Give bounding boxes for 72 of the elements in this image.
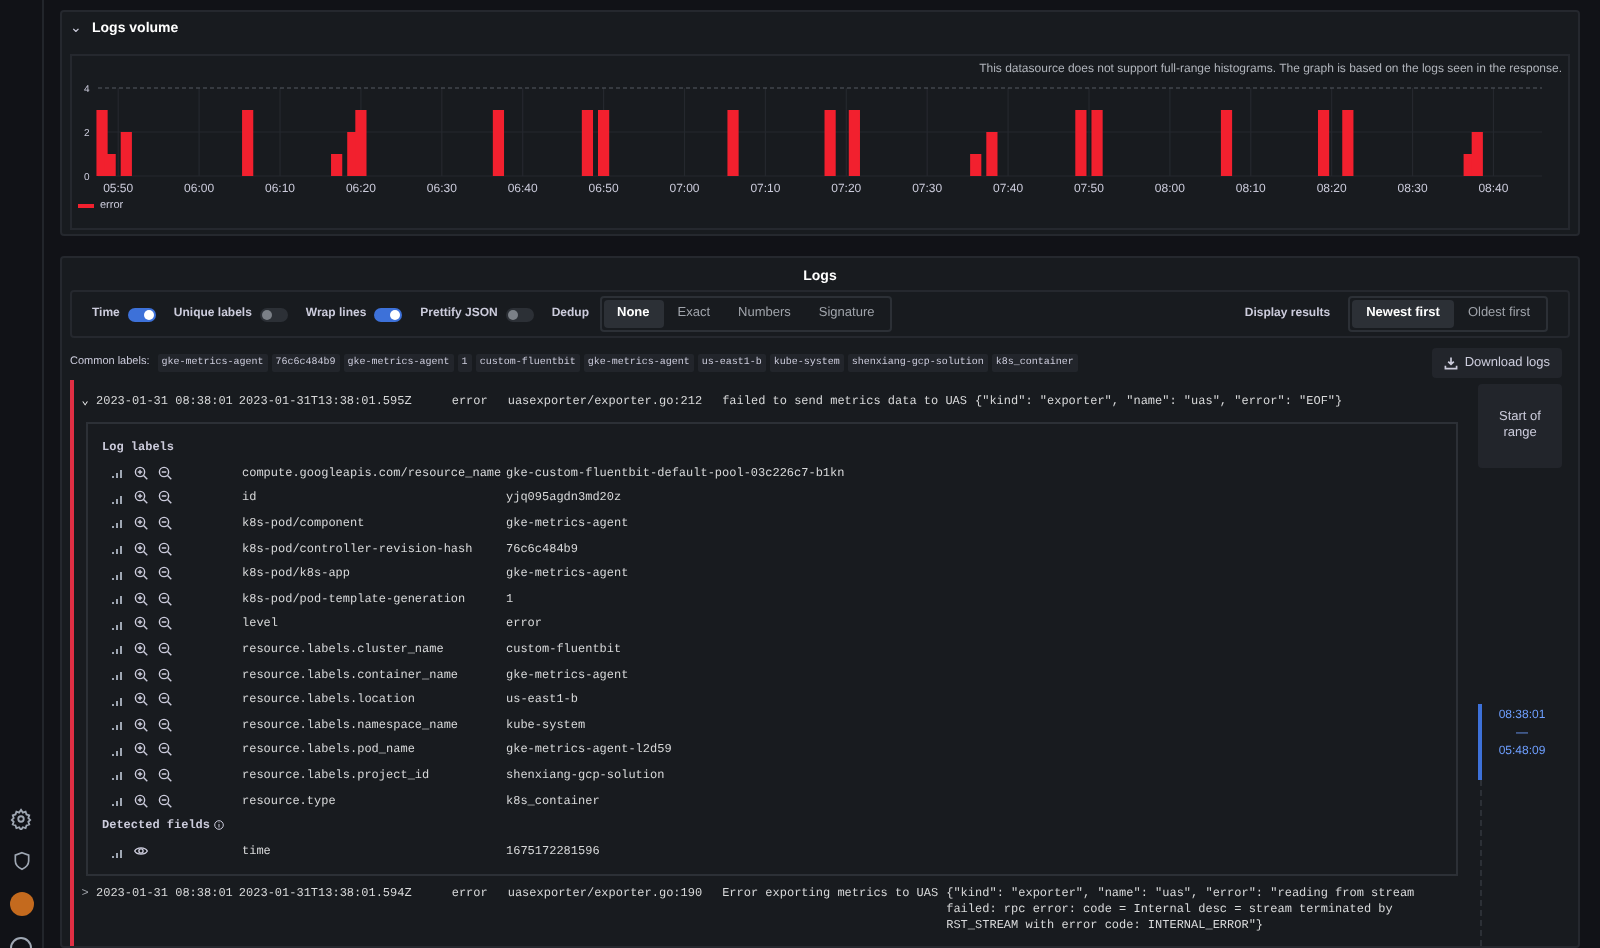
info-icon [214,820,225,831]
zoom-out-icon[interactable] [158,667,172,682]
stats-icon[interactable] [112,743,124,756]
shield-icon[interactable] [11,850,31,872]
zoom-out-icon[interactable] [158,717,172,732]
histogram-bar [1220,110,1233,176]
histogram-bar [1342,110,1354,176]
zoom-in-icon[interactable] [134,591,148,606]
histogram-bar [1091,110,1103,176]
zoom-out-icon[interactable] [158,591,172,606]
zoom-in-icon[interactable] [134,490,148,505]
histogram-bar [598,110,610,176]
zoom-out-icon[interactable] [158,641,172,656]
zoom-in-icon[interactable] [134,793,148,808]
zoom-out-icon[interactable] [158,692,172,707]
stats-icon[interactable] [112,718,124,731]
stats-icon[interactable] [112,542,124,555]
zoom-in-icon[interactable] [134,692,148,707]
zoom-in-icon[interactable] [134,541,148,556]
stats-icon[interactable] [112,794,124,807]
histogram-bar [1318,110,1330,176]
histogram-bar [242,110,254,176]
zoom-out-icon[interactable] [158,566,172,581]
download-icon [1444,356,1459,370]
stats-icon[interactable] [112,567,124,580]
histogram-bar [824,110,836,176]
histogram-bar [492,110,505,176]
histogram-bar [970,154,982,176]
legend-swatch [78,204,94,209]
histogram-bar [848,110,860,176]
stats-icon[interactable] [112,845,124,858]
zoom-out-icon[interactable] [158,742,172,757]
avatar-icon[interactable] [9,892,33,916]
histogram-bar [581,110,593,176]
zoom-out-icon[interactable] [158,541,172,556]
stats-icon[interactable] [112,617,124,630]
range-marker [1478,704,1482,780]
help-icon[interactable] [10,936,32,948]
stats-icon[interactable] [112,668,124,681]
eye-icon[interactable] [134,844,148,859]
stats-icon[interactable] [112,768,124,781]
zoom-out-icon[interactable] [158,616,172,631]
histogram-bar [727,110,739,176]
stats-icon[interactable] [112,491,124,504]
zoom-out-icon[interactable] [158,490,172,505]
zoom-in-icon[interactable] [134,717,148,732]
zoom-in-icon[interactable] [134,515,148,530]
toggle-switch[interactable] [127,307,156,321]
histogram-bar [1075,110,1087,176]
toggle-switch[interactable] [259,307,288,321]
zoom-out-icon[interactable] [158,465,172,480]
stats-icon[interactable] [112,642,124,655]
zoom-in-icon[interactable] [134,566,148,581]
zoom-in-icon[interactable] [134,641,148,656]
toggle-switch[interactable] [374,307,403,321]
zoom-in-icon[interactable] [134,465,148,480]
settings-icon[interactable] [10,808,32,830]
stats-icon[interactable] [112,693,124,706]
zoom-in-icon[interactable] [134,742,148,757]
zoom-out-icon[interactable] [158,767,172,782]
toggle-switch[interactable] [505,307,534,321]
stats-icon[interactable] [112,466,124,479]
zoom-out-icon[interactable] [158,793,172,808]
zoom-in-icon[interactable] [134,616,148,631]
stats-icon[interactable] [112,516,124,529]
zoom-in-icon[interactable] [134,667,148,682]
zoom-in-icon[interactable] [134,767,148,782]
zoom-out-icon[interactable] [158,515,172,530]
stats-icon[interactable] [112,592,124,605]
histogram-bar [986,132,998,176]
histogram-bar [120,132,132,176]
histogram-bar [331,154,343,176]
